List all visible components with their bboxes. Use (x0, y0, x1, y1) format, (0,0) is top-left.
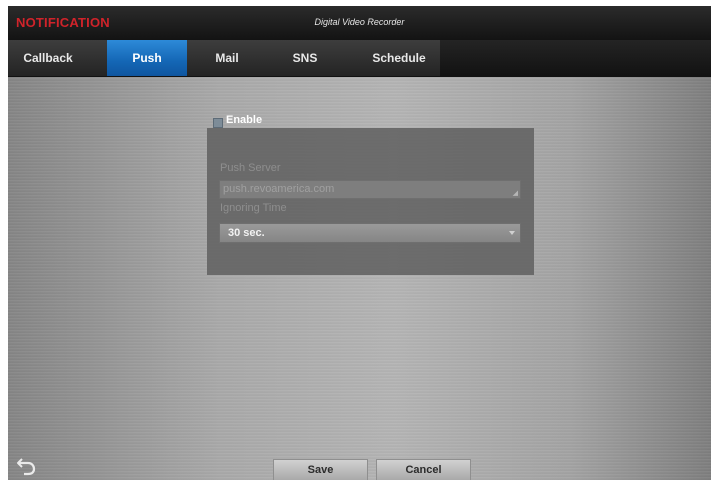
resize-grip-icon: ◢ (512, 190, 518, 197)
tab-push[interactable]: Push (107, 40, 187, 76)
enable-checkbox[interactable] (213, 118, 223, 128)
tab-callback[interactable]: Callback (8, 40, 88, 76)
push-server-value: push.revoamerica.com (223, 183, 335, 195)
save-button[interactable]: Save (273, 459, 368, 480)
back-arrow-icon (17, 458, 36, 476)
window-title: Digital Video Recorder (314, 17, 405, 27)
ignoring-time-label: Ignoring Time (220, 202, 287, 214)
ignoring-time-value: 30 sec. (228, 227, 265, 239)
title-bar: NOTIFICATION Digital Video Recorder (8, 6, 711, 40)
enable-label: Enable (226, 114, 263, 126)
tab-schedule[interactable]: Schedule (359, 40, 439, 76)
push-settings-panel: Push Server push.revoamerica.com ◢ Ignor… (207, 128, 534, 275)
back-button[interactable] (16, 456, 38, 476)
tab-bar-spacer (440, 40, 711, 76)
ignoring-time-select[interactable]: 30 sec. (219, 223, 521, 243)
tab-mail[interactable]: Mail (187, 40, 267, 76)
chevron-down-icon (509, 231, 515, 235)
tab-bar: Callback Push Mail SNS Schedule (8, 40, 711, 77)
tab-sns[interactable]: SNS (265, 40, 345, 76)
push-server-field[interactable]: push.revoamerica.com ◢ (219, 180, 521, 199)
cancel-button[interactable]: Cancel (376, 459, 471, 480)
push-server-label: Push Server (220, 162, 281, 174)
notification-window: NOTIFICATION Digital Video Recorder Call… (8, 6, 711, 480)
